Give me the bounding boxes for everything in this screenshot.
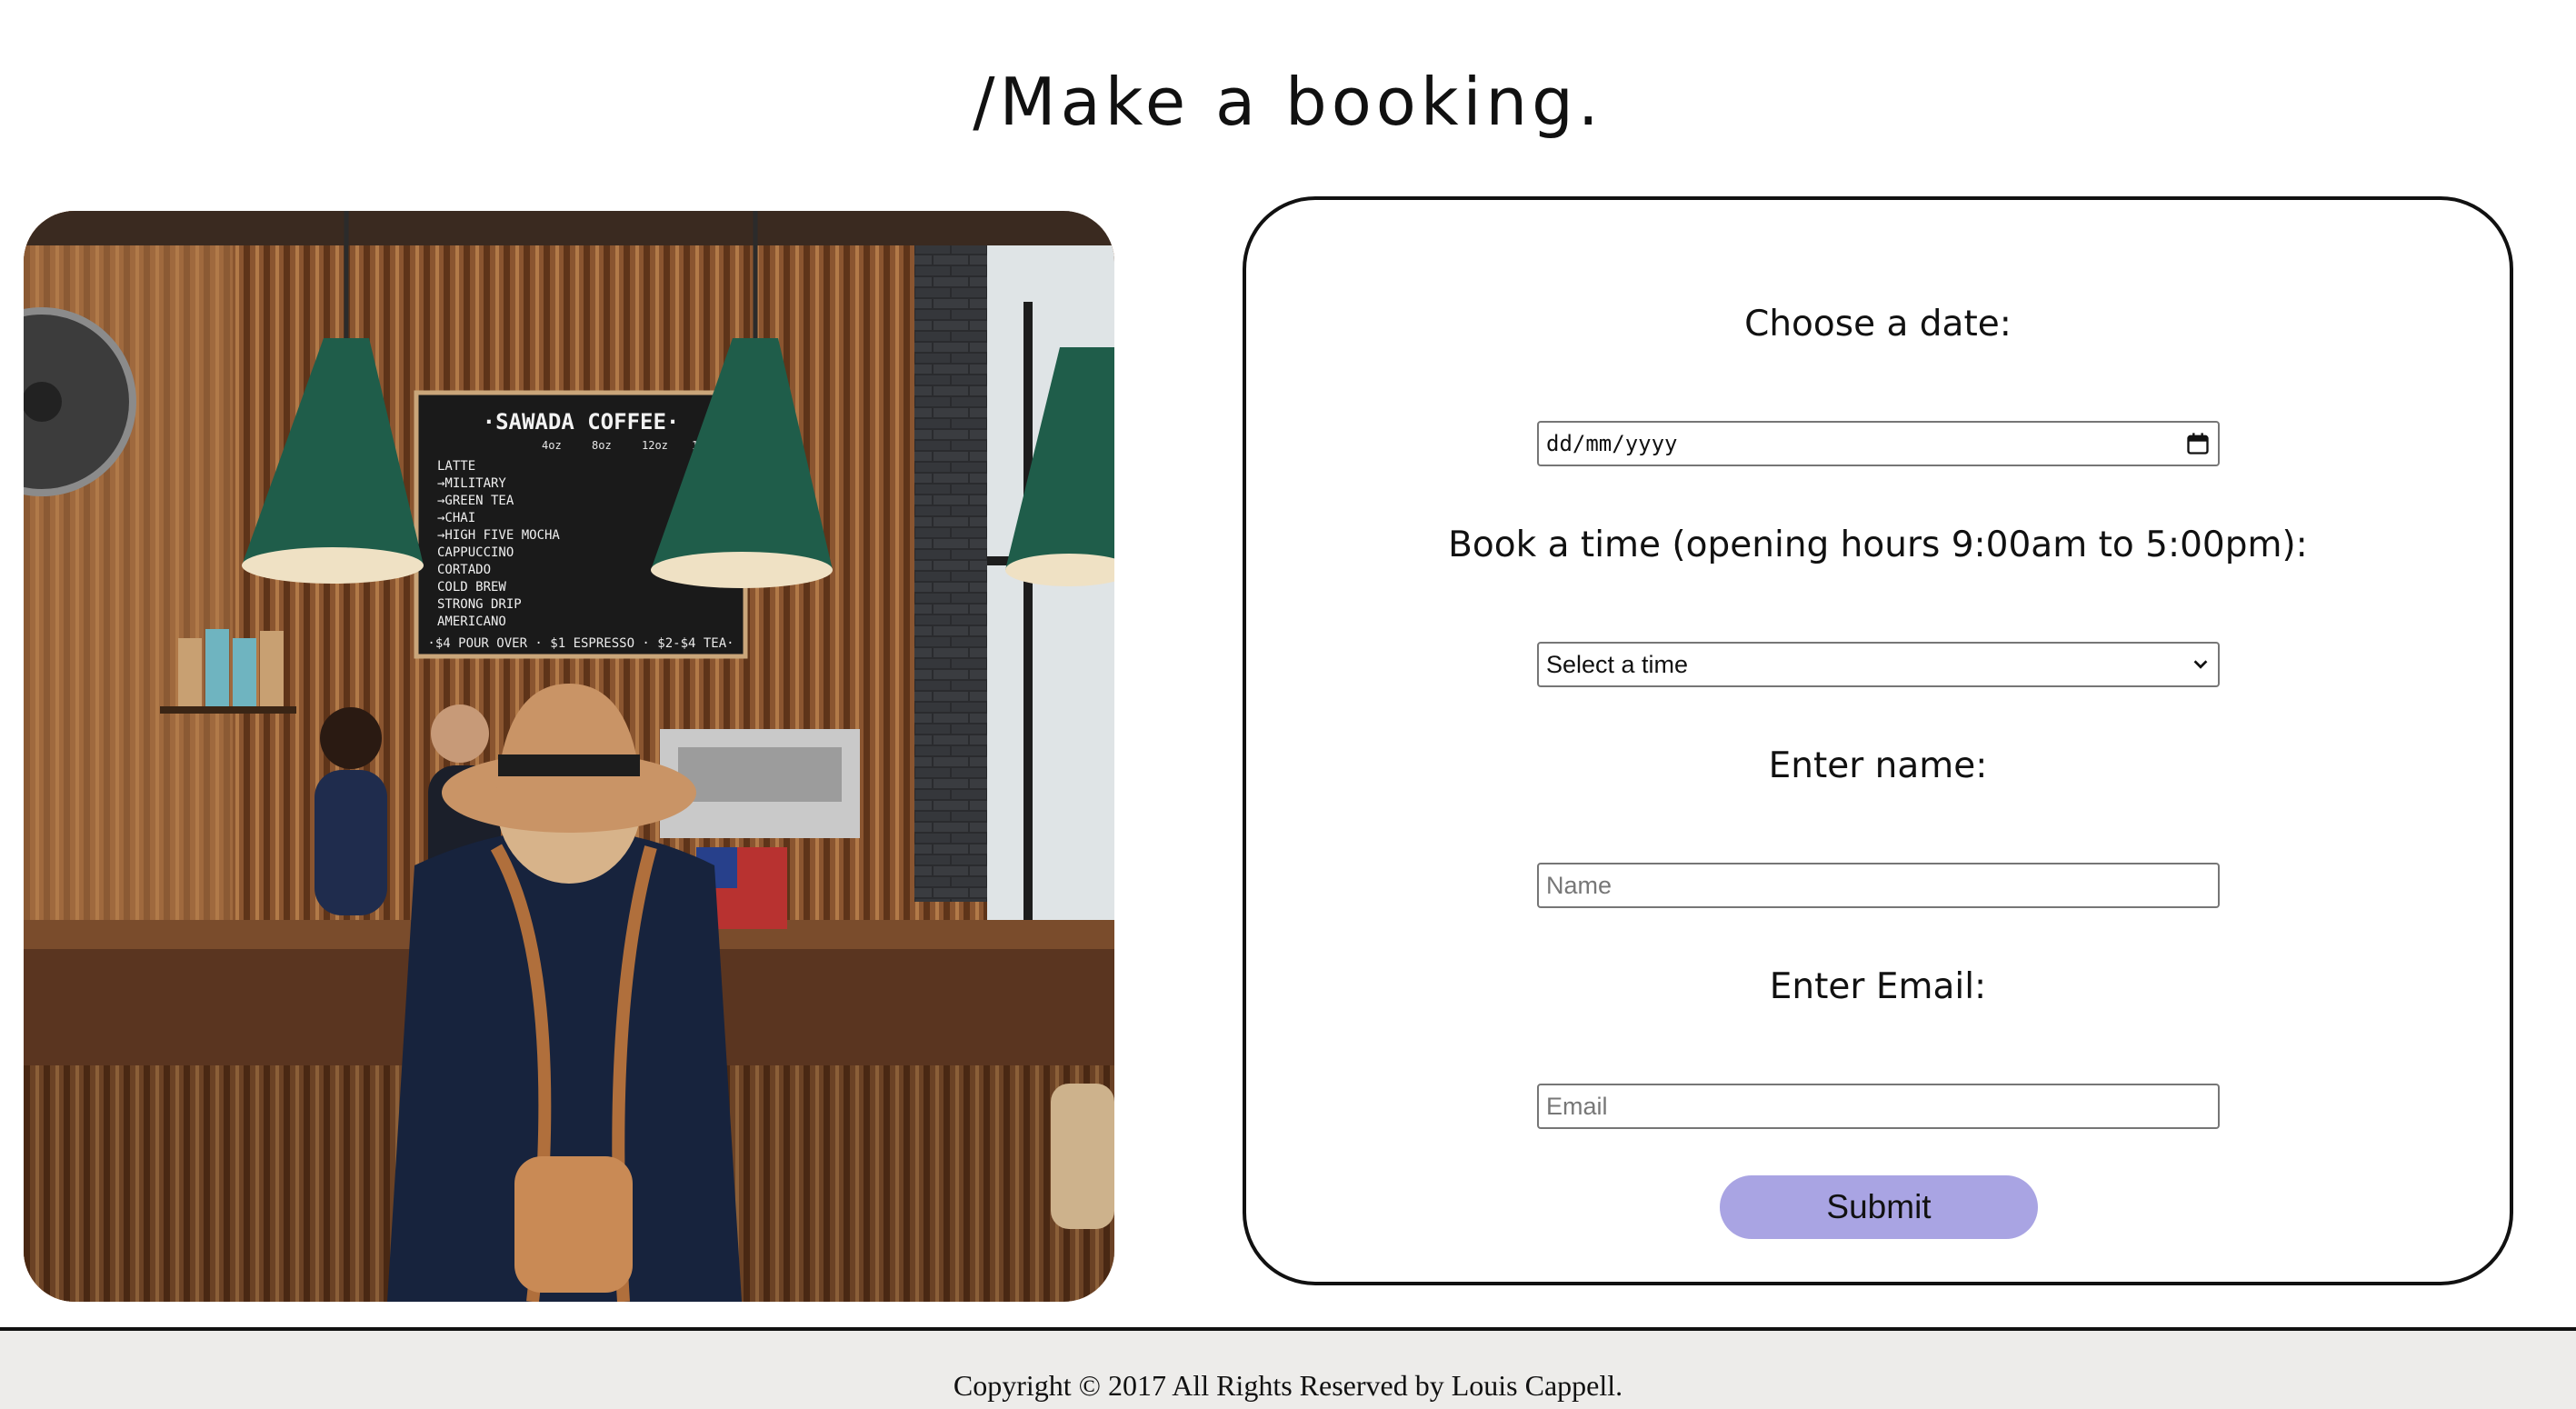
- time-label: Book a time (opening hours 9:00am to 5:0…: [1448, 525, 2308, 565]
- menu-size-label: 8oz: [592, 439, 612, 452]
- menu-item: →MILITARY: [437, 476, 506, 491]
- menu-item: CORTADO: [437, 563, 491, 577]
- menu-item: COLD BREW: [437, 580, 506, 595]
- footer: Copyright © 2017 All Rights Reserved by …: [0, 1327, 2576, 1409]
- menu-size-label: 12oz: [642, 439, 668, 452]
- cafe-photo: ·SAWADA COFFEE· 4oz8oz12oz16ozLATTE→MILI…: [24, 211, 1114, 1302]
- menu-size-label: 4oz: [542, 439, 562, 452]
- chevron-down-icon: [2191, 655, 2211, 675]
- email-input[interactable]: Email: [1537, 1084, 2220, 1129]
- menu-footer: ·$4 POUR OVER · $1 ESPRESSO · $2-$4 TEA·: [427, 636, 734, 651]
- booking-form: Choose a date: dd/mm/yyyy Book a time (o…: [1243, 196, 2513, 1285]
- email-label: Enter Email:: [1769, 966, 1987, 1007]
- date-placeholder: dd/mm/yyyy: [1546, 431, 1678, 456]
- email-placeholder: Email: [1546, 1092, 1608, 1120]
- menu-item: CAPPUCCINO: [437, 545, 514, 560]
- time-select[interactable]: Select a time: [1537, 642, 2220, 687]
- name-input[interactable]: Name: [1537, 863, 2220, 908]
- menu-item: STRONG DRIP: [437, 597, 522, 612]
- menu-item: →HIGH FIVE MOCHA: [437, 528, 560, 543]
- menu-heading: ·SAWADA COFFEE·: [483, 409, 680, 435]
- cafe-illustration: ·SAWADA COFFEE· 4oz8oz12oz16ozLATTE→MILI…: [24, 211, 1114, 1302]
- menu-item: →GREEN TEA: [437, 494, 514, 508]
- menu-item: AMERICANO: [437, 615, 506, 629]
- menu-item: →CHAI: [437, 511, 475, 525]
- date-label: Choose a date:: [1744, 304, 2012, 345]
- page-title: /Make a booking.: [973, 64, 1603, 140]
- menu-item: LATTE: [437, 459, 475, 474]
- date-input[interactable]: dd/mm/yyyy: [1537, 421, 2220, 466]
- name-placeholder: Name: [1546, 871, 1612, 899]
- name-label: Enter name:: [1768, 745, 1988, 786]
- calendar-icon[interactable]: [2185, 431, 2211, 456]
- submit-button[interactable]: Submit: [1720, 1175, 2038, 1239]
- time-selected-value: Select a time: [1546, 650, 1689, 678]
- copyright-text: Copyright © 2017 All Rights Reserved by …: [953, 1369, 1623, 1402]
